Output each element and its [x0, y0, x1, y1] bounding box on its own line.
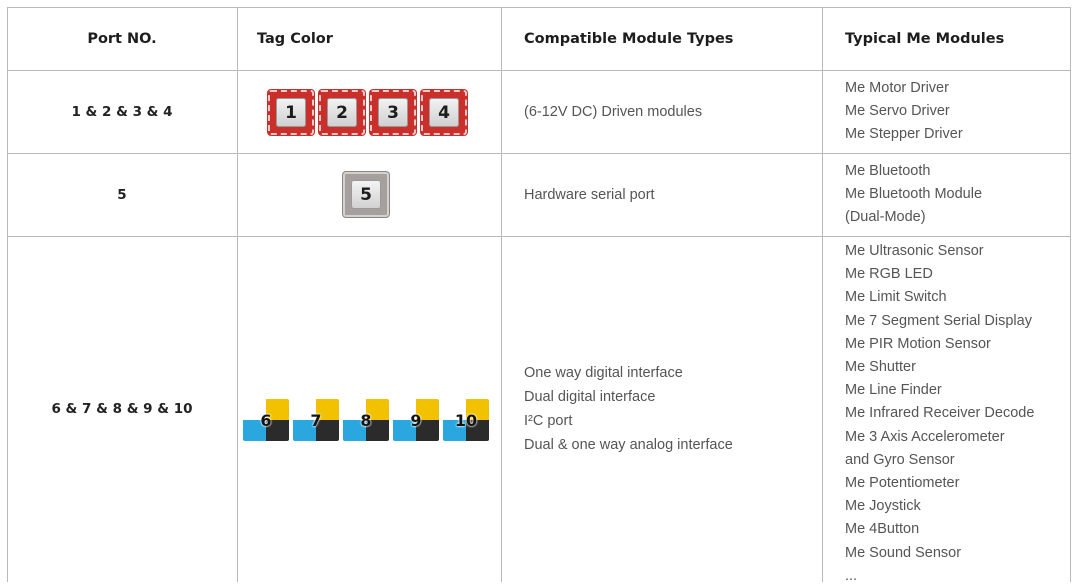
- module-name: Me 3 Axis Accelerometer: [845, 428, 1005, 445]
- module-name: Me Stepper Driver: [845, 126, 963, 143]
- compatible-type: Hardware serial port: [524, 186, 655, 203]
- tag-color-group-red: 1 2 3 4: [268, 90, 467, 135]
- column-divider: [237, 7, 238, 582]
- module-name: Me 7 Segment Serial Display: [845, 312, 1032, 329]
- tag-number: 10: [454, 410, 478, 430]
- multicolor-tag-icon: 7: [293, 399, 339, 441]
- module-name: Me 4Button: [845, 521, 920, 538]
- red-tag-icon: 4: [421, 90, 467, 135]
- module-name: Me RGB LED: [845, 266, 933, 283]
- port-number-cell: 5: [117, 186, 127, 203]
- module-name: Me Sound Sensor: [845, 544, 962, 561]
- module-name: Me Joystick: [845, 498, 921, 515]
- tag-color-group-grey: 5: [343, 172, 389, 217]
- header-compatible-module-types: Compatible Module Types: [524, 30, 734, 47]
- multicolor-tag-icon: 8: [343, 399, 389, 441]
- module-name: Me Bluetooth Module: [845, 185, 983, 202]
- compatible-types-cell: One way digital interface Dual digital i…: [524, 236, 733, 582]
- tag-number: 6: [260, 410, 272, 430]
- compatible-types-cell: (6-12V DC) Driven modules: [524, 70, 702, 153]
- module-name: ...: [845, 567, 858, 584]
- header-tag-color: Tag Color: [257, 30, 333, 47]
- column-divider: [822, 7, 823, 582]
- module-name: Me Potentiometer: [845, 475, 960, 492]
- module-name: and Gyro Sensor: [845, 451, 955, 468]
- port-table: Port NO. Tag Color Compatible Module Typ…: [7, 7, 1071, 584]
- compatible-types-cell: Hardware serial port: [524, 153, 655, 236]
- tag-number: 9: [410, 410, 422, 430]
- port-number-cell: 1 & 2 & 3 & 4: [71, 103, 173, 120]
- module-name: Me Bluetooth: [845, 162, 931, 179]
- module-name: Me Motor Driver: [845, 79, 949, 96]
- module-name: Me Shutter: [845, 359, 916, 376]
- multicolor-tag-icon: 10: [443, 399, 489, 441]
- table-border-right: [1070, 7, 1071, 582]
- tag-color-group-multicolor: 6 7 8 9 10: [243, 399, 489, 441]
- tag-number: 2: [327, 98, 357, 127]
- port-number-cell: 6 & 7 & 8 & 9 & 10: [51, 401, 193, 417]
- tag-number: 1: [276, 98, 306, 127]
- module-name: (Dual-Mode): [845, 209, 926, 226]
- compatible-type: I²C port: [524, 413, 573, 429]
- red-tag-icon: 2: [319, 90, 365, 135]
- module-name: Me Servo Driver: [845, 102, 950, 119]
- red-tag-icon: 3: [370, 90, 416, 135]
- tag-number: 4: [429, 98, 459, 127]
- tag-number: 3: [378, 98, 408, 127]
- column-divider: [501, 7, 502, 582]
- compatible-type: One way digital interface: [524, 365, 683, 381]
- red-tag-icon: 1: [268, 90, 314, 135]
- typical-modules-cell: Me Motor Driver Me Servo Driver Me Stepp…: [845, 70, 963, 153]
- module-name: Me PIR Motion Sensor: [845, 335, 991, 352]
- header-typical-me-modules: Typical Me Modules: [845, 30, 1005, 47]
- typical-modules-cell: Me Bluetooth Me Bluetooth Module (Dual-M…: [845, 153, 982, 236]
- tag-number: 5: [351, 180, 381, 209]
- tag-number: 8: [360, 410, 372, 430]
- module-name: Me Ultrasonic Sensor: [845, 243, 984, 259]
- tag-number: 7: [310, 410, 322, 430]
- module-name: Me Limit Switch: [845, 289, 947, 306]
- multicolor-tag-icon: 9: [393, 399, 439, 441]
- multicolor-tag-icon: 6: [243, 399, 289, 441]
- compatible-type: Dual & one way analog interface: [524, 437, 733, 453]
- module-name: Me Line Finder: [845, 382, 942, 399]
- compatible-type: Dual digital interface: [524, 389, 656, 405]
- header-port-no: Port NO.: [87, 30, 157, 47]
- compatible-type: (6-12V DC) Driven modules: [524, 103, 703, 120]
- typical-modules-cell: Me Ultrasonic Sensor Me RGB LED Me Limit…: [845, 240, 1034, 588]
- module-name: Me Infrared Receiver Decode: [845, 405, 1035, 422]
- grey-tag-icon: 5: [343, 172, 389, 217]
